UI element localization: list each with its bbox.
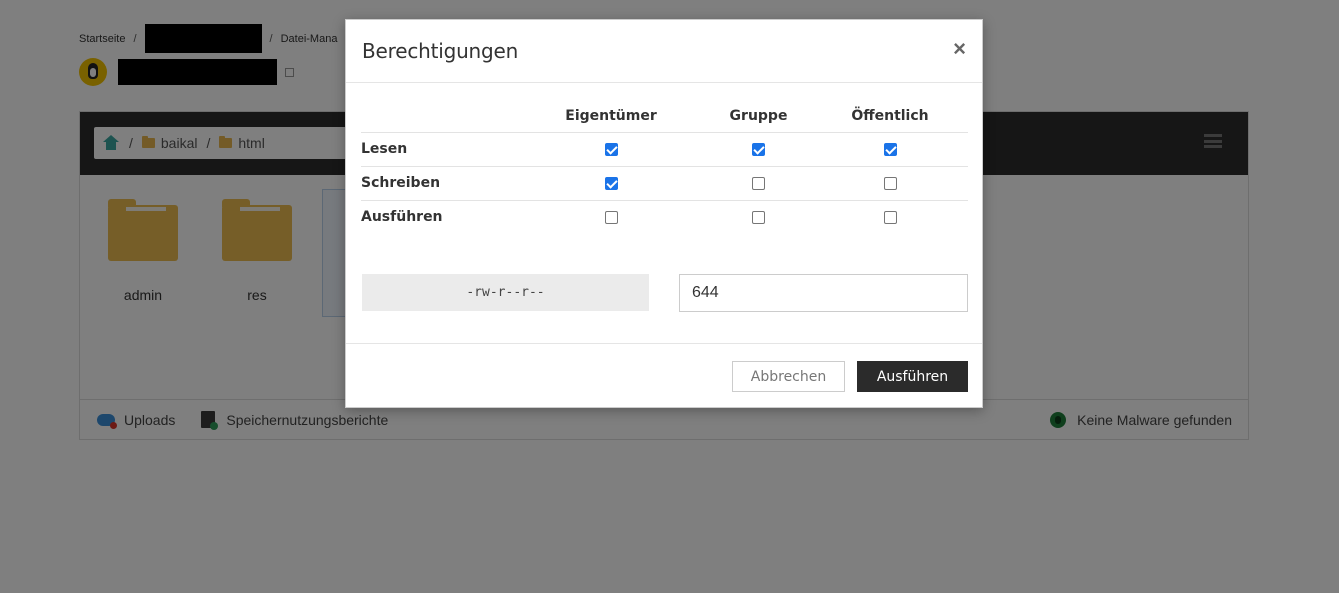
permissions-dialog: Berechtigungen × Eigentümer Gruppe Öffen…	[345, 19, 983, 408]
octal-permissions-input[interactable]	[679, 274, 968, 312]
cancel-button[interactable]: Abbrechen	[732, 361, 845, 392]
column-header-public: Öffentlich	[851, 107, 929, 124]
checkbox-ausführen-public[interactable]	[883, 210, 897, 224]
apply-button[interactable]: Ausführen	[857, 361, 968, 392]
checkbox-cell	[812, 131, 968, 166]
table-row: Lesen	[361, 131, 968, 166]
checkbox-schreiben-public[interactable]	[883, 176, 897, 190]
checkbox-cell	[517, 165, 705, 200]
checkbox-ausführen-owner[interactable]	[604, 210, 618, 224]
dialog-footer: Abbrechen Ausführen	[346, 343, 982, 408]
empty-header	[361, 100, 517, 132]
row-label: Schreiben	[361, 165, 517, 200]
checkbox-cell	[705, 199, 812, 234]
checkbox-lesen-group[interactable]	[752, 142, 765, 156]
checkbox-cell	[517, 131, 705, 166]
checkbox-schreiben-owner[interactable]	[604, 176, 618, 190]
table-row: Schreiben	[361, 165, 968, 200]
close-icon[interactable]: ×	[953, 38, 966, 60]
checkbox-cell	[812, 165, 968, 200]
dialog-title: Berechtigungen	[362, 39, 519, 63]
symbolic-permissions: -rw-r--r--	[362, 274, 649, 311]
checkbox-cell	[517, 199, 705, 234]
permissions-table: Eigentümer Gruppe Öffentlich Lesen Schrei…	[361, 100, 968, 234]
row-label: Lesen	[361, 131, 517, 166]
checkbox-lesen-public[interactable]	[883, 142, 897, 156]
checkbox-lesen-owner[interactable]	[604, 142, 618, 156]
checkbox-cell	[705, 131, 812, 166]
dialog-header: Berechtigungen ×	[346, 20, 982, 83]
checkbox-cell	[812, 199, 968, 234]
table-header-row: Eigentümer Gruppe Öffentlich	[361, 100, 968, 132]
table-row: Ausführen	[361, 199, 968, 234]
row-label: Ausführen	[361, 199, 517, 234]
checkbox-schreiben-group[interactable]	[752, 176, 765, 190]
column-header-owner: Eigentümer	[565, 107, 657, 124]
checkbox-cell	[705, 165, 812, 200]
checkbox-ausführen-group[interactable]	[752, 210, 765, 224]
column-header-group: Gruppe	[729, 107, 788, 124]
